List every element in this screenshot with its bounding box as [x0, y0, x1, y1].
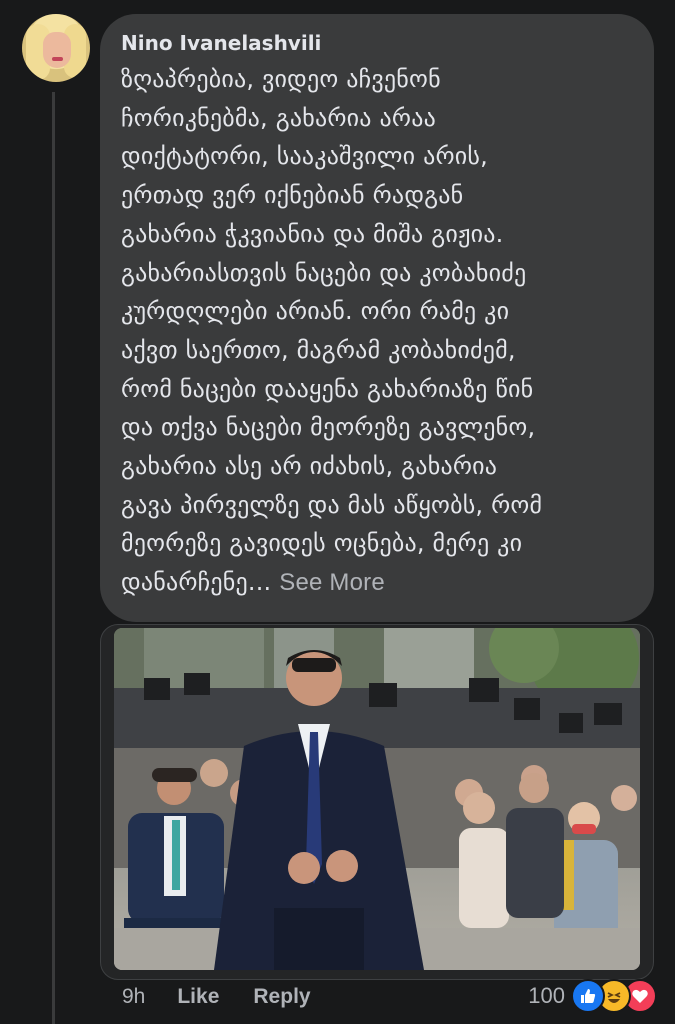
see-more-link[interactable]: See More [279, 569, 385, 596]
like-icon [571, 979, 605, 1013]
avatar[interactable] [22, 14, 90, 82]
timestamp[interactable]: 9h [122, 985, 145, 1009]
reaction-count: 100 [528, 983, 565, 1008]
comment-text: ზღაპრებია, ვიდეო აჩვენონ ჩორიკნებმა, გახ… [121, 60, 632, 603]
photo-illustration [114, 628, 640, 970]
thread-line [52, 92, 55, 1024]
comment-actions: 9h Like Reply [122, 982, 311, 1012]
comment-thread: Nino Ivanelashvili ზღაპრებია, ვიდეო აჩვე… [0, 0, 675, 1024]
attached-photo[interactable] [114, 628, 640, 970]
like-button[interactable]: Like [177, 985, 219, 1009]
comment-body: ზღაპრებია, ვიდეო აჩვენონ ჩორიკნებმა, გახ… [121, 65, 543, 597]
author-name[interactable]: Nino Ivanelashvili [121, 30, 632, 56]
comment-bubble: Nino Ivanelashvili ზღაპრებია, ვიდეო აჩვე… [100, 14, 654, 622]
reactions-summary[interactable]: 100 [528, 979, 657, 1013]
reply-button[interactable]: Reply [253, 985, 310, 1009]
